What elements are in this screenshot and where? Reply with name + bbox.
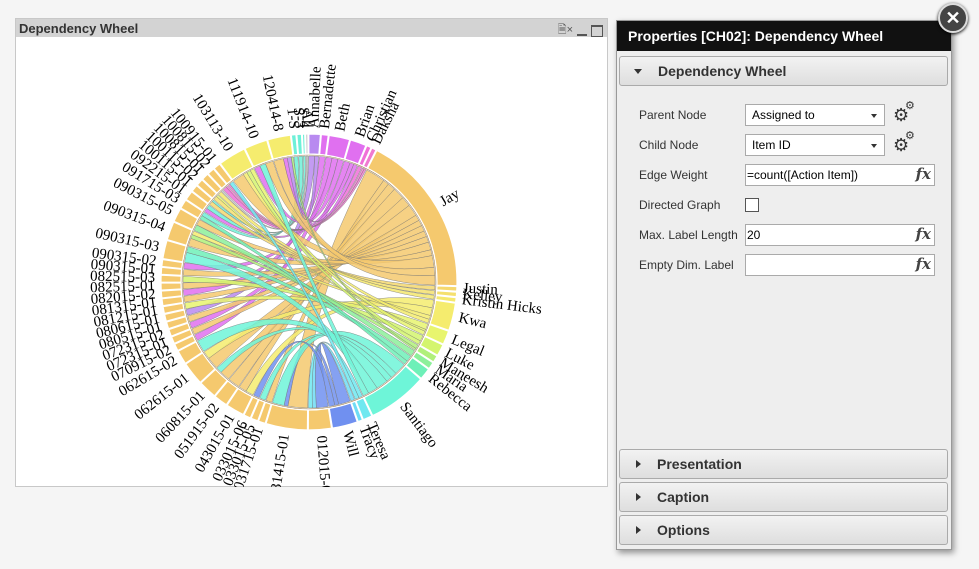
empty-dim-label-label: Empty Dim. Label — [639, 258, 734, 272]
directed-graph-label: Directed Graph — [639, 198, 721, 212]
node-arc[interactable] — [160, 274, 182, 283]
parent-node-select[interactable]: Assigned to — [745, 104, 885, 126]
node-label: 111914-10 — [224, 76, 262, 141]
minimize-icon[interactable] — [577, 33, 587, 36]
close-button[interactable]: ✕ — [938, 3, 968, 33]
properties-title: Properties [CH02]: Dependency Wheel — [617, 21, 951, 51]
close-icon: ✕ — [945, 7, 961, 28]
section-label: Options — [657, 522, 710, 538]
node-label: Jay — [437, 186, 463, 210]
section-caption[interactable]: Caption — [619, 482, 948, 512]
node-arc[interactable] — [296, 133, 304, 156]
chart-caption-bar: Dependency Wheel — [16, 19, 607, 37]
section-label: Caption — [657, 489, 710, 505]
edge-weight-input[interactable]: =count([Action Item]) fx — [745, 164, 935, 186]
fx-icon[interactable]: fx — [916, 255, 931, 273]
node-label: Beth — [332, 101, 354, 133]
node-arc[interactable] — [301, 133, 306, 155]
edge-weight-value: =count([Action Item]) — [747, 168, 859, 182]
properties-dialog: Properties [CH02]: Dependency Wheel Depe… — [616, 20, 952, 550]
node-label: Kwa — [457, 310, 489, 332]
caret-down-icon — [634, 68, 642, 74]
section-dependency-wheel[interactable]: Dependency Wheel — [619, 56, 948, 86]
fx-icon[interactable]: fx — [916, 225, 931, 243]
section-label: Presentation — [657, 456, 742, 472]
chart-window: Dependency Wheel 🗎× 1-S S-3 S-4 All Annabell… — [15, 18, 608, 487]
node-arc[interactable] — [308, 133, 322, 156]
gear-icon[interactable]: ⚙ ⚙ — [893, 100, 915, 126]
section-label: Dependency Wheel — [658, 63, 787, 79]
section-presentation[interactable]: Presentation — [619, 449, 948, 479]
node-label: 012015-01 — [313, 435, 334, 487]
node-arc[interactable] — [160, 282, 182, 291]
empty-dim-label-input[interactable]: fx — [745, 254, 935, 276]
child-node-label: Child Node — [639, 138, 699, 152]
max-label-length-label: Max. Label Length — [639, 228, 738, 242]
node-arc[interactable] — [265, 403, 309, 431]
node-label: Santiago — [396, 399, 441, 450]
child-node-value: Item ID — [752, 138, 791, 152]
node-arc[interactable] — [307, 407, 333, 431]
fx-icon[interactable]: fx — [916, 165, 931, 183]
caret-right-icon — [636, 526, 641, 534]
node-label: 120414-8 — [259, 73, 286, 133]
node-arc[interactable] — [304, 133, 309, 155]
node-label: 031415-01 — [267, 433, 293, 487]
section-options[interactable]: Options — [619, 515, 948, 545]
maximize-icon[interactable] — [591, 24, 603, 37]
edge-weight-label: Edge Weight — [639, 168, 708, 182]
max-label-length-input[interactable]: 20 fx — [745, 224, 935, 246]
parent-node-value: Assigned to — [752, 108, 815, 122]
node-arc[interactable] — [160, 289, 183, 299]
gear-icon[interactable]: ⚙ ⚙ — [893, 130, 915, 156]
caret-right-icon — [636, 460, 641, 468]
max-label-length-value: 20 — [747, 228, 761, 242]
chart-title: Dependency Wheel — [19, 20, 139, 36]
parent-node-label: Parent Node — [639, 108, 707, 122]
dependency-wheel[interactable]: 1-SS-3S-4AllAnnabelleBernadetteBethBrian… — [16, 37, 609, 487]
child-node-select[interactable]: Item ID — [745, 134, 885, 156]
caret-right-icon — [636, 493, 641, 501]
directed-graph-checkbox[interactable] — [745, 198, 759, 212]
